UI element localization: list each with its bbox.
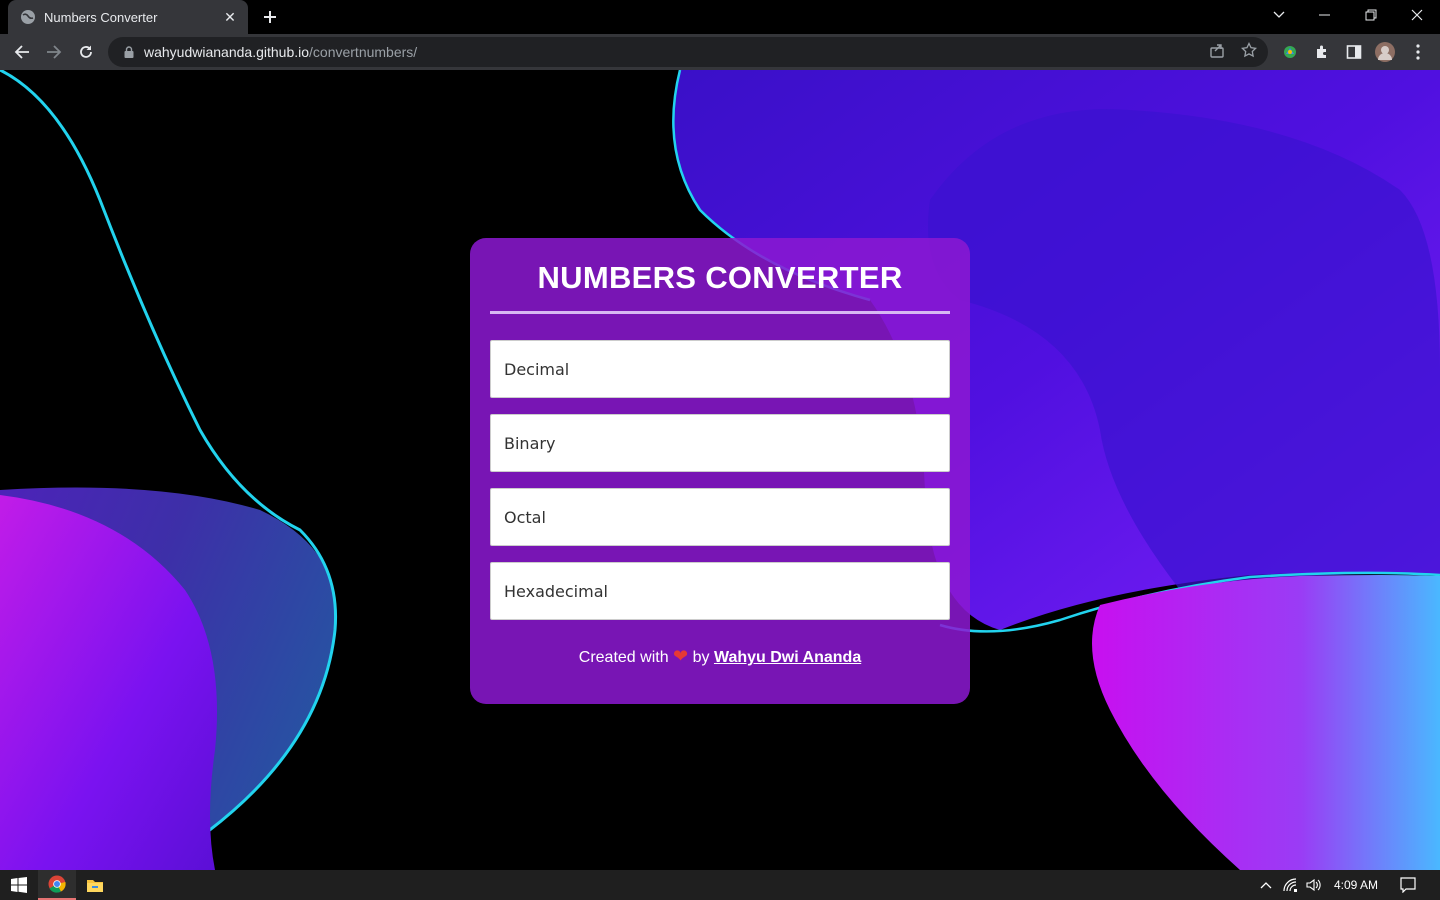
tab-strip: Numbers Converter ✕ [0,0,1440,34]
hexadecimal-input[interactable] [490,562,950,620]
taskbar: 4:09 AM [0,870,1440,900]
file-explorer-icon[interactable] [76,870,114,900]
title-divider [490,311,950,314]
credit-by: by [692,649,710,666]
lock-icon[interactable] [122,45,136,59]
tab-title: Numbers Converter [44,9,158,25]
converter-card: NUMBERS CONVERTER Created with ❤ by Wahy… [470,238,970,704]
credit-prefix: Created with [578,649,669,666]
plus-icon[interactable] [258,5,282,29]
sidepanel-icon[interactable] [1344,42,1364,62]
chevron-down-icon[interactable] [1256,0,1302,30]
credit-line: Created with ❤ by Wahyu Dwi Ananda [470,646,970,667]
taskbar-clock[interactable]: 4:09 AM [1326,870,1386,900]
globe-icon [20,9,36,25]
star-icon[interactable] [1240,41,1258,59]
network-icon[interactable] [1280,870,1302,900]
reload-icon[interactable] [72,38,100,66]
avatar[interactable] [1375,42,1395,62]
volume-icon[interactable] [1303,870,1325,900]
page-title: NUMBERS CONVERTER [537,260,903,295]
browser-toolbar: wahyudwiananda.github.io/convertnumbers/ [0,34,1440,70]
puzzle-icon[interactable] [1312,42,1332,62]
back-icon[interactable] [8,38,36,66]
forward-icon[interactable] [40,38,68,66]
decimal-input[interactable] [490,340,950,398]
page-viewport: NUMBERS CONVERTER Created with ❤ by Wahy… [0,70,1440,870]
octal-input[interactable] [490,488,950,546]
author-link[interactable]: Wahyu Dwi Ananda [714,649,861,666]
chevron-up-icon[interactable] [1255,870,1277,900]
windows-start-icon[interactable] [0,870,38,900]
address-bar[interactable]: wahyudwiananda.github.io/convertnumbers/ [108,37,1268,67]
notification-icon[interactable] [1397,870,1419,900]
binary-input[interactable] [490,414,950,472]
extension-icon[interactable] [1280,42,1300,62]
browser-tab[interactable]: Numbers Converter ✕ [8,0,248,34]
chrome-icon[interactable] [38,870,76,900]
restore-icon[interactable] [1348,0,1394,30]
minimize-icon[interactable] [1302,0,1348,30]
heart-icon: ❤ [673,646,689,666]
url-host: wahyudwiananda.github.io [144,44,310,60]
url-path: /convertnumbers/ [309,44,418,60]
menu-icon[interactable] [1408,42,1428,62]
close-icon[interactable]: ✕ [222,9,238,25]
share-icon[interactable] [1208,41,1226,59]
window-close-icon[interactable] [1394,0,1440,30]
